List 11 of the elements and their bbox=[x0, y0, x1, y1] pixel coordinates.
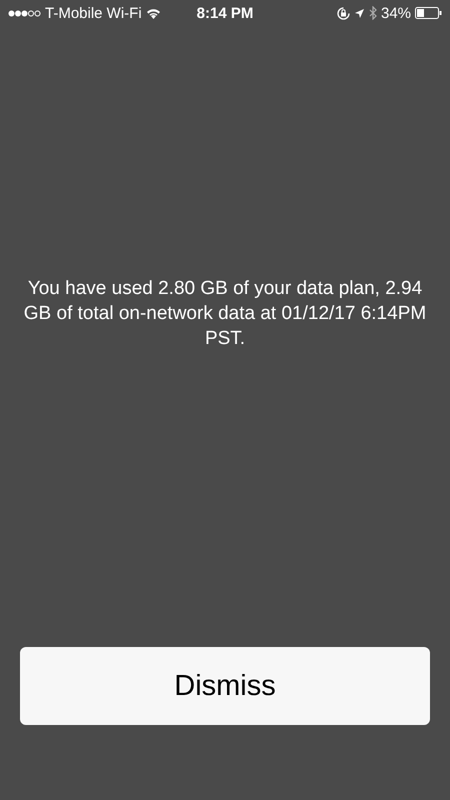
battery-percent: 34% bbox=[380, 4, 412, 22]
data-usage-message: You have used 2.80 GB of your data plan, 2.94 GB of total on-network data at 01/12/17 6:14PM PST. bbox=[22, 277, 428, 351]
bluetooth-icon bbox=[368, 6, 377, 20]
signal-icon bbox=[8, 10, 41, 16]
battery-icon bbox=[415, 7, 442, 19]
rotation-lock-icon bbox=[336, 6, 350, 20]
status-time: 8:14 PM bbox=[196, 4, 254, 22]
dismiss-button[interactable]: Dismiss bbox=[20, 647, 430, 725]
location-icon bbox=[354, 8, 365, 18]
carrier-name: T-Mobile Wi-Fi bbox=[45, 4, 142, 22]
wifi-icon bbox=[146, 8, 161, 18]
